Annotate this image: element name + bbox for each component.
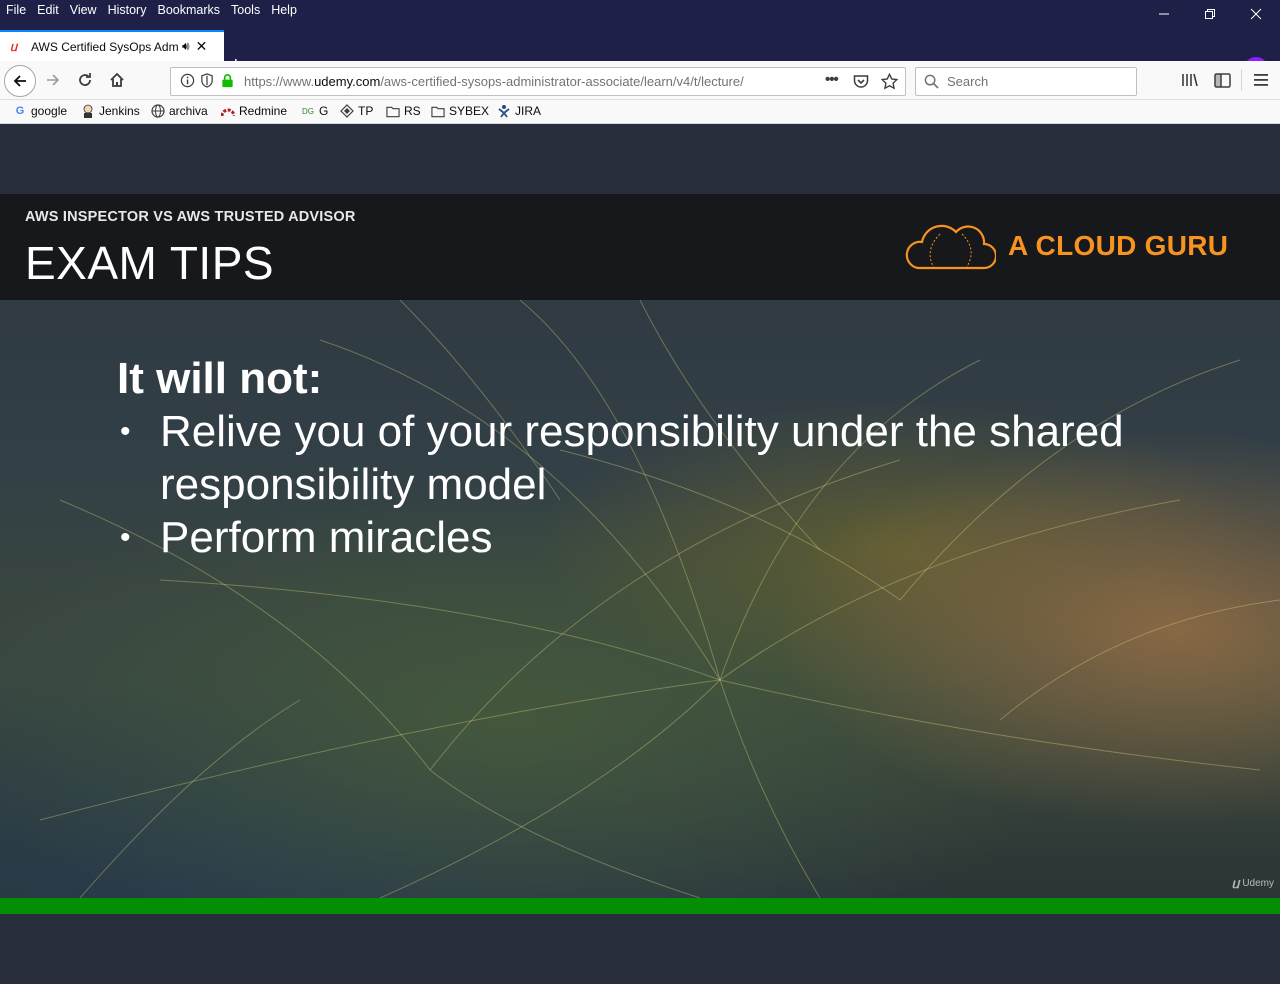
tracking-protection-icon[interactable]: [200, 73, 214, 91]
bullet-text: Relive you of your responsibility under …: [160, 407, 1124, 456]
cloud-guru-logo-icon: [905, 224, 996, 270]
udemy-icon: ᥙ: [10, 38, 18, 54]
folder-icon: [431, 104, 445, 118]
menu-edit[interactable]: Edit: [37, 3, 59, 17]
bookmark-g[interactable]: DG G: [301, 104, 328, 118]
reload-icon: [79, 73, 91, 86]
toolbar-divider: [1241, 69, 1242, 91]
bookmark-label: archiva: [169, 104, 208, 118]
sidebar-icon: [1213, 72, 1231, 88]
home-icon: [110, 72, 124, 87]
bookmark-jenkins[interactable]: Jenkins: [81, 104, 140, 118]
bookmark-jira[interactable]: JIRA: [497, 104, 541, 118]
tab-close-icon[interactable]: ✕: [196, 38, 208, 55]
tp-icon: [340, 104, 354, 118]
tab-title: AWS Certified SysOps Admi: [31, 39, 179, 54]
close-icon: [1250, 8, 1262, 20]
library-icon: [1182, 73, 1198, 87]
folder-icon: [386, 104, 400, 118]
search-icon: [924, 74, 939, 92]
bullet-dot-icon: •: [120, 415, 131, 448]
home-button[interactable]: [107, 70, 127, 90]
menu-bookmarks[interactable]: Bookmarks: [157, 3, 220, 17]
bookmark-redmine[interactable]: Redmine: [221, 104, 287, 118]
bookmark-archiva[interactable]: archiva: [151, 104, 208, 118]
bookmark-tp[interactable]: TP: [340, 104, 373, 118]
search-bar[interactable]: Search: [915, 67, 1137, 96]
slide-lead: It will not:: [117, 354, 323, 403]
menu-view[interactable]: View: [70, 3, 97, 17]
bullet-dot-icon: •: [120, 521, 131, 554]
bookmarks-toolbar: G google Jenkins archiva Redmine DG G TP…: [0, 100, 1280, 124]
reload-button[interactable]: [75, 70, 95, 90]
bookmark-label: Jenkins: [99, 104, 140, 118]
bullet-text: Perform miracles: [160, 513, 493, 562]
slide-bullet: • Relive you of your responsibility unde…: [120, 405, 1124, 458]
tab-udemy-course[interactable]: ᥙ AWS Certified SysOps Admi 🔊︎ ✕: [0, 30, 224, 61]
bookmark-folder-rs[interactable]: RS: [386, 104, 421, 118]
slide-header: AWS INSPECTOR VS AWS TRUSTED ADVISOR EXA…: [0, 194, 1280, 300]
url-text[interactable]: https://www.udemy.com/aws-certified-syso…: [244, 74, 789, 89]
menu-history[interactable]: History: [108, 3, 147, 17]
page-actions-icon[interactable]: •••: [825, 71, 839, 88]
hamburger-icon: [1254, 74, 1268, 86]
progress-fill: [0, 898, 1280, 914]
redmine-icon: [221, 104, 235, 118]
bookmark-label: SYBEX: [449, 104, 490, 118]
tab-strip: ᥙ AWS Certified SysOps Admi 🔊︎ ✕ +: [0, 24, 1280, 81]
menu-bar: File Edit View History Bookmarks Tools H…: [0, 0, 1280, 24]
brand-name: A CLOUD GURU: [1008, 230, 1229, 261]
slide-bullet: • Perform miracles: [120, 511, 493, 564]
menu-file[interactable]: File: [6, 3, 26, 17]
bookmark-google[interactable]: G google: [13, 104, 67, 118]
url-prefix: https://www.: [244, 74, 315, 89]
watermark-text: Udemy: [1242, 878, 1274, 889]
minimize-icon: [1159, 13, 1169, 15]
url-host: udemy.com: [314, 74, 381, 89]
speaker-icon[interactable]: 🔊︎: [182, 39, 190, 54]
navigation-toolbar: https://www.udemy.com/aws-certified-syso…: [0, 61, 1280, 100]
bullet-text: responsibility model: [160, 460, 547, 509]
bookmark-label: google: [31, 104, 68, 118]
restore-icon: [1205, 9, 1215, 19]
lock-icon[interactable]: [221, 73, 234, 91]
globe-icon: [151, 104, 165, 118]
udemy-watermark: ᥙ Udemy: [1232, 875, 1274, 892]
bookmark-label: Redmine: [239, 104, 288, 118]
arrow-left-icon: [13, 75, 26, 87]
bookmark-label: G: [319, 104, 329, 118]
slide-bullet-continuation: responsibility model: [160, 458, 546, 511]
sidebar-button[interactable]: [1212, 70, 1232, 90]
dg-icon: DG: [302, 106, 314, 116]
jenkins-icon: [81, 104, 95, 118]
star-bookmark-icon[interactable]: [880, 72, 899, 93]
bookmark-label: TP: [358, 104, 374, 118]
info-icon[interactable]: [180, 73, 195, 91]
bookmark-folder-sybex[interactable]: SYBEX: [431, 104, 489, 118]
search-placeholder: Search: [947, 74, 989, 89]
url-path: /aws-certified-sysops-administrator-asso…: [380, 74, 744, 89]
arrow-right-icon: [47, 74, 60, 86]
jira-icon: [497, 104, 511, 118]
udemy-logo-icon: ᥙ: [1231, 875, 1240, 891]
slide-subheading: AWS INSPECTOR VS AWS TRUSTED ADVISOR: [25, 209, 356, 225]
back-button[interactable]: [4, 65, 36, 97]
bookmark-label: RS: [404, 104, 421, 118]
video-progress-bar[interactable]: [0, 898, 1280, 914]
pocket-icon[interactable]: [853, 74, 869, 92]
bookmark-label: JIRA: [515, 104, 542, 118]
google-icon: G: [15, 105, 25, 117]
video-player[interactable]: AWS INSPECTOR VS AWS TRUSTED ADVISOR EXA…: [0, 194, 1280, 898]
menu-button[interactable]: [1251, 70, 1271, 90]
menu-help[interactable]: Help: [271, 3, 297, 17]
slide-title: EXAM TIPS: [25, 237, 275, 289]
menu-list: File Edit View History Bookmarks Tools H…: [6, 3, 297, 17]
forward-button[interactable]: [43, 70, 63, 90]
page-content: AWS INSPECTOR VS AWS TRUSTED ADVISOR EXA…: [0, 124, 1280, 984]
url-bar[interactable]: https://www.udemy.com/aws-certified-syso…: [170, 67, 906, 96]
library-button[interactable]: [1180, 70, 1200, 90]
menu-tools[interactable]: Tools: [231, 3, 260, 17]
